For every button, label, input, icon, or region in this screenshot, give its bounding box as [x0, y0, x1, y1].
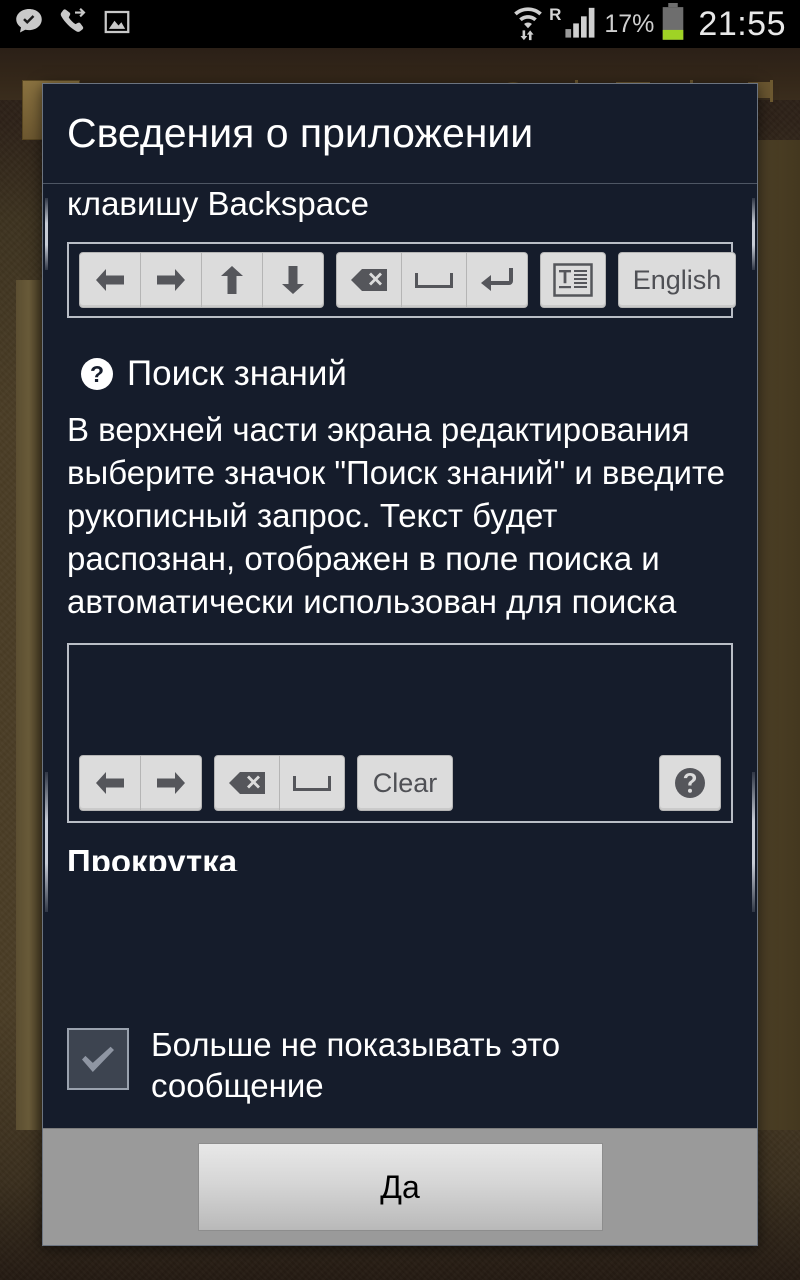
scroll-indicator-left-lower[interactable] [45, 772, 48, 912]
screen: R 17% 21:55 Сведения о приложении клавиш… [0, 0, 800, 1280]
language-button[interactable]: English [618, 252, 736, 308]
arrow-down-icon[interactable] [262, 252, 324, 308]
dont-show-again-label: Больше не показывать это сообщение [151, 1026, 561, 1104]
call-forward-icon [58, 7, 88, 42]
background-right-panel [752, 140, 800, 1130]
section-title: Поиск знаний [127, 354, 347, 393]
arrow-right-icon[interactable] [140, 252, 202, 308]
enter-icon[interactable] [466, 252, 528, 308]
next-section-title-clipped: Прокрутка [67, 845, 238, 871]
nav-key-group [79, 252, 324, 308]
scroll-indicator-left-top[interactable] [45, 198, 48, 270]
status-bar: R 17% 21:55 [0, 0, 800, 48]
wifi-transfer-icon [511, 3, 545, 46]
dont-show-again-checkbox[interactable] [67, 1028, 129, 1090]
arrow-left-icon[interactable] [79, 252, 141, 308]
checkmark-icon [82, 1046, 114, 1072]
space-icon[interactable] [401, 252, 467, 308]
arrow-up-icon[interactable] [201, 252, 263, 308]
scroll-indicator-right-top[interactable] [752, 198, 755, 270]
background-divider [770, 80, 773, 102]
status-bar-right-indicators: R 17% 21:55 [511, 2, 800, 46]
clipped-previous-text: клавишу Backspace [67, 185, 369, 222]
clear-button[interactable]: Clear [357, 755, 453, 811]
keyboard-toolbar-bottom: Clear [67, 643, 733, 823]
picture-icon [102, 7, 132, 42]
background-left-strip [16, 280, 42, 1130]
help-button[interactable] [659, 755, 721, 811]
text-tool-group [540, 252, 606, 308]
keyboard-toolbar-top: English [67, 242, 736, 318]
battery-percent-label: 17% [604, 9, 655, 38]
dont-show-again-row[interactable]: Больше не показывать это сообщение [43, 1010, 757, 1128]
dialog-scroll-body[interactable]: клавишу Backspace English ? Поиск знаний… [43, 184, 757, 1010]
roaming-indicator: R [549, 5, 562, 24]
clock: 21:55 [698, 4, 786, 43]
help-circle-icon: ? [81, 358, 113, 390]
backspace-icon[interactable] [214, 755, 280, 811]
dialog-title: Сведения о приложении [67, 110, 534, 156]
section-header: ? Поиск знаний [67, 354, 733, 394]
dialog-title-bar: Сведения о приложении [43, 84, 757, 184]
text-document-icon[interactable] [540, 252, 606, 308]
battery-icon [660, 2, 686, 46]
arrow-left-icon[interactable] [79, 755, 141, 811]
backspace-icon[interactable] [336, 252, 402, 308]
app-info-dialog: Сведения о приложении клавишу Backspace [42, 83, 758, 1246]
message-check-icon [14, 7, 44, 42]
edit-key-group [336, 252, 528, 308]
nav-key-group [79, 755, 202, 811]
signal-bars-icon [564, 5, 598, 44]
section-body-text: В верхней части экрана редактирования вы… [67, 411, 726, 620]
confirm-button[interactable]: Да [197, 1143, 603, 1231]
status-bar-left-icons [0, 7, 132, 42]
edit-key-group [214, 755, 345, 811]
space-icon[interactable] [279, 755, 345, 811]
dialog-footer: Да [43, 1128, 757, 1245]
scroll-indicator-right-lower[interactable] [752, 772, 755, 912]
arrow-right-icon[interactable] [140, 755, 202, 811]
